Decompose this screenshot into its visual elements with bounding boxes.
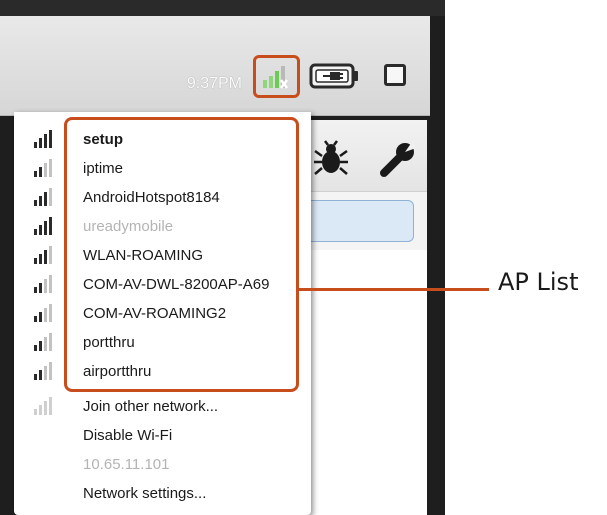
ip-address-item: 10.65.11.101 — [14, 451, 311, 480]
frame-top-edge — [0, 0, 445, 16]
network-settings-item[interactable]: Network settings... — [14, 480, 311, 509]
wrench-icon[interactable] — [378, 140, 418, 178]
signal-strength-icon — [34, 159, 52, 177]
battery-charging-icon — [309, 63, 358, 89]
status-bar — [0, 16, 430, 116]
signal-strength-icon — [34, 397, 52, 415]
signal-strength-icon — [34, 362, 52, 380]
signal-strength-icon — [34, 333, 52, 351]
signal-strength-icon — [34, 217, 52, 235]
callout-label: AP List — [498, 268, 579, 296]
ap-list-highlight — [64, 117, 299, 392]
signal-strength-icon — [34, 188, 52, 206]
signal-strength-icon — [34, 275, 52, 293]
signal-strength-icon — [34, 246, 52, 264]
ip-address-label: 10.65.11.101 — [83, 456, 170, 473]
wifi-disconnected-icon[interactable] — [262, 64, 290, 90]
clock: 9:37PM — [186, 75, 242, 92]
app-input-field[interactable] — [304, 200, 414, 242]
callout-line — [299, 288, 489, 291]
disable-wifi-item[interactable]: Disable Wi-Fi — [14, 422, 311, 451]
signal-strength-icon — [34, 304, 52, 322]
square-icon[interactable] — [384, 64, 406, 86]
network-settings-label: Network settings... — [83, 485, 207, 502]
join-other-network[interactable]: Join other network... — [14, 393, 311, 422]
bug-icon[interactable] — [312, 140, 350, 178]
signal-strength-icon — [34, 130, 52, 148]
disable-wifi-label: Disable Wi-Fi — [83, 427, 173, 444]
join-other-label: Join other network... — [83, 398, 219, 415]
